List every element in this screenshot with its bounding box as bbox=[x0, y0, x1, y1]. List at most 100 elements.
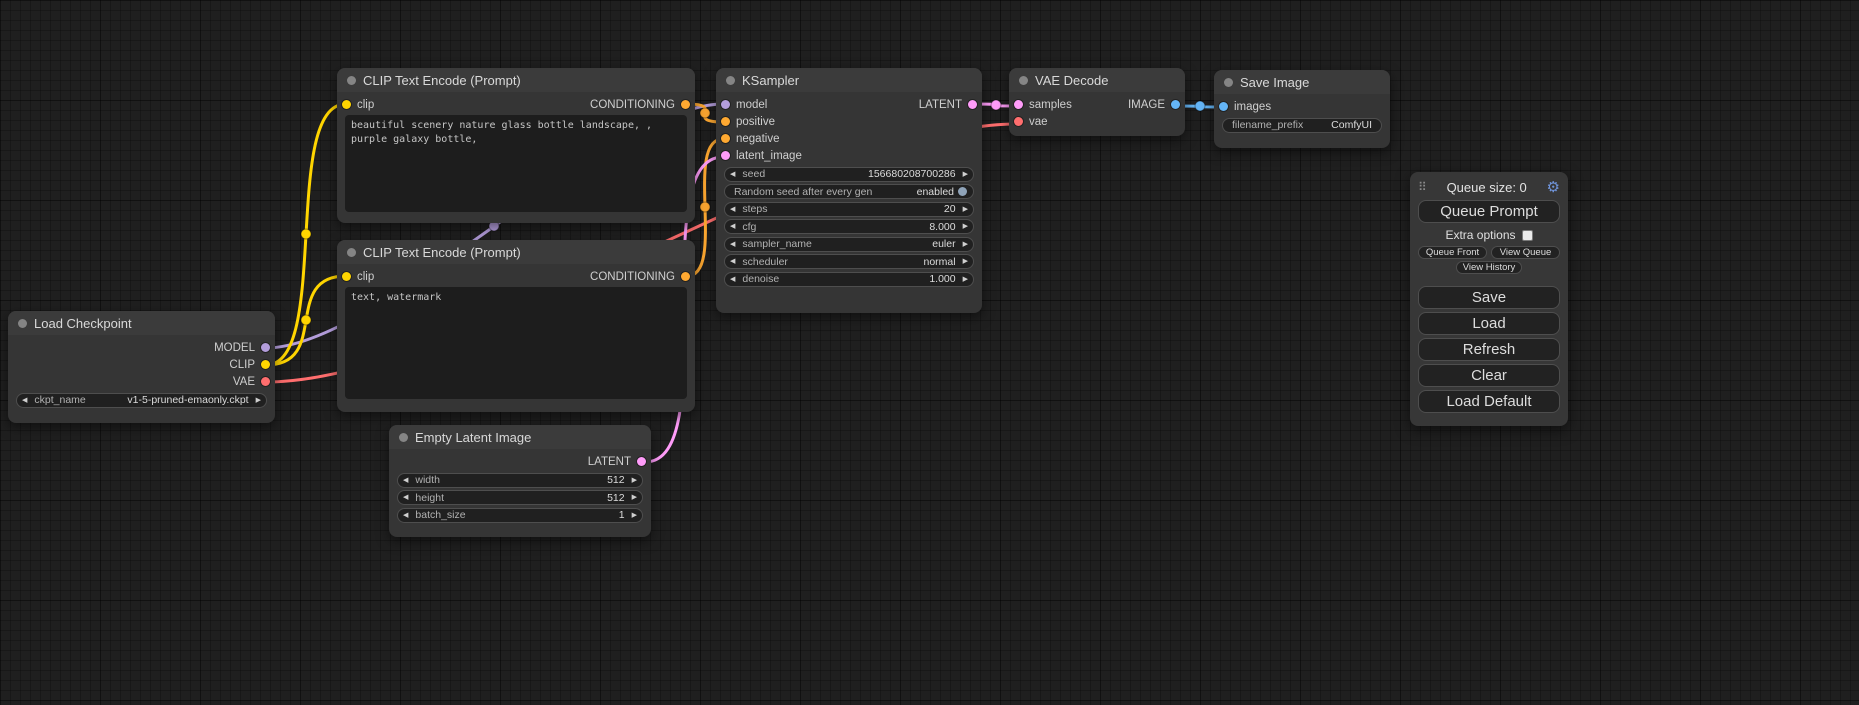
samples-input-dot[interactable] bbox=[1014, 100, 1023, 109]
widget-label: Random seed after every gen bbox=[734, 186, 872, 198]
latent-image-input-dot[interactable] bbox=[721, 151, 730, 160]
clear-button[interactable]: Clear bbox=[1418, 364, 1560, 387]
seed-widget[interactable]: ◀ seed 156680208700286 ▶ bbox=[724, 167, 974, 182]
node-clip-text-encode-negative[interactable]: CLIP Text Encode (Prompt) clip CONDITION… bbox=[337, 240, 695, 412]
latent-output-dot[interactable] bbox=[968, 100, 977, 109]
clip-output-dot[interactable] bbox=[261, 360, 270, 369]
extra-options-checkbox[interactable] bbox=[1522, 230, 1533, 241]
toggle-indicator-icon[interactable] bbox=[958, 187, 967, 196]
increment-arrow-icon[interactable]: ▶ bbox=[963, 206, 968, 213]
decrement-arrow-icon[interactable]: ◀ bbox=[730, 171, 735, 178]
conditioning-output-dot[interactable] bbox=[681, 272, 690, 281]
node-title-bar[interactable]: Save Image bbox=[1214, 70, 1390, 94]
widget-label: width bbox=[415, 474, 440, 486]
queue-front-button[interactable]: Queue Front bbox=[1418, 246, 1487, 259]
model-output-dot[interactable] bbox=[261, 343, 270, 352]
increment-arrow-icon[interactable]: ▶ bbox=[632, 494, 637, 501]
node-title-bar[interactable]: VAE Decode bbox=[1009, 68, 1185, 92]
node-save-image[interactable]: Save Image images filename_prefix ComfyU… bbox=[1214, 70, 1390, 148]
increment-arrow-icon[interactable]: ▶ bbox=[963, 171, 968, 178]
decrement-arrow-icon[interactable]: ◀ bbox=[403, 512, 408, 519]
extra-options-row: Extra options bbox=[1418, 228, 1560, 242]
widget-value: ComfyUI bbox=[1331, 119, 1372, 131]
widget-value: 1.000 bbox=[929, 273, 955, 285]
decrement-arrow-icon[interactable]: ◀ bbox=[730, 206, 735, 213]
negative-input-dot[interactable] bbox=[721, 134, 730, 143]
slot-row: clip CONDITIONING bbox=[337, 96, 695, 113]
scheduler-widget[interactable]: ◀ scheduler normal ▶ bbox=[724, 254, 974, 269]
decrement-arrow-icon[interactable]: ◀ bbox=[730, 223, 735, 230]
node-title-bar[interactable]: Load Checkpoint bbox=[8, 311, 275, 335]
clip-input-dot[interactable] bbox=[342, 272, 351, 281]
node-title-bar[interactable]: CLIP Text Encode (Prompt) bbox=[337, 68, 695, 92]
node-ksampler[interactable]: KSampler model LATENT positive negative bbox=[716, 68, 982, 313]
conditioning-output-dot[interactable] bbox=[681, 100, 690, 109]
negative-prompt-textarea[interactable]: text, watermark bbox=[345, 287, 687, 399]
slot-row: CLIP bbox=[8, 356, 275, 373]
widget-value: 1 bbox=[619, 509, 625, 521]
increment-arrow-icon[interactable]: ▶ bbox=[632, 477, 637, 484]
wire-negative-midpoint-dot bbox=[700, 202, 710, 212]
positive-prompt-textarea[interactable]: beautiful scenery nature glass bottle la… bbox=[345, 115, 687, 212]
random-seed-toggle-widget[interactable]: Random seed after every gen enabled bbox=[724, 184, 974, 199]
steps-widget[interactable]: ◀ steps 20 ▶ bbox=[724, 202, 974, 217]
collapse-dot-icon[interactable] bbox=[347, 76, 356, 85]
decrement-arrow-icon[interactable]: ◀ bbox=[730, 258, 735, 265]
collapse-dot-icon[interactable] bbox=[347, 248, 356, 257]
sampler-name-widget[interactable]: ◀ sampler_name euler ▶ bbox=[724, 237, 974, 252]
height-widget[interactable]: ◀ height 512 ▶ bbox=[397, 490, 643, 505]
widget-label: cfg bbox=[742, 221, 756, 233]
increment-arrow-icon[interactable]: ▶ bbox=[963, 241, 968, 248]
increment-arrow-icon[interactable]: ▶ bbox=[256, 397, 261, 404]
load-default-button[interactable]: Load Default bbox=[1418, 390, 1560, 413]
decrement-arrow-icon[interactable]: ◀ bbox=[22, 397, 27, 404]
slot-row: images bbox=[1214, 98, 1390, 115]
decrement-arrow-icon[interactable]: ◀ bbox=[730, 276, 735, 283]
increment-arrow-icon[interactable]: ▶ bbox=[963, 276, 968, 283]
image-output-dot[interactable] bbox=[1171, 100, 1180, 109]
node-title-bar[interactable]: CLIP Text Encode (Prompt) bbox=[337, 240, 695, 264]
increment-arrow-icon[interactable]: ▶ bbox=[632, 512, 637, 519]
model-input-dot[interactable] bbox=[721, 100, 730, 109]
node-load-checkpoint[interactable]: Load Checkpoint MODEL CLIP VAE ◀ ckpt_na… bbox=[8, 311, 275, 423]
cfg-widget[interactable]: ◀ cfg 8.000 ▶ bbox=[724, 219, 974, 234]
node-vae-decode[interactable]: VAE Decode samples IMAGE vae bbox=[1009, 68, 1185, 136]
filename-prefix-widget[interactable]: filename_prefix ComfyUI bbox=[1222, 118, 1382, 133]
ckpt-name-widget[interactable]: ◀ ckpt_name v1-5-pruned-emaonly.ckpt ▶ bbox=[16, 393, 267, 408]
node-title-bar[interactable]: KSampler bbox=[716, 68, 982, 92]
decrement-arrow-icon[interactable]: ◀ bbox=[403, 477, 408, 484]
collapse-dot-icon[interactable] bbox=[18, 319, 27, 328]
images-input-dot[interactable] bbox=[1219, 102, 1228, 111]
increment-arrow-icon[interactable]: ▶ bbox=[963, 258, 968, 265]
increment-arrow-icon[interactable]: ▶ bbox=[963, 223, 968, 230]
node-title-bar[interactable]: Empty Latent Image bbox=[389, 425, 651, 449]
load-button[interactable]: Load bbox=[1418, 312, 1560, 335]
decrement-arrow-icon[interactable]: ◀ bbox=[403, 494, 408, 501]
collapse-dot-icon[interactable] bbox=[1019, 76, 1028, 85]
save-button[interactable]: Save bbox=[1418, 286, 1560, 309]
view-queue-button[interactable]: View Queue bbox=[1491, 246, 1560, 259]
drag-handle-icon[interactable]: ⠿ bbox=[1418, 180, 1427, 194]
vae-input-dot[interactable] bbox=[1014, 117, 1023, 126]
refresh-button[interactable]: Refresh bbox=[1418, 338, 1560, 361]
image-output-label: IMAGE bbox=[1128, 99, 1165, 111]
history-row: View History bbox=[1418, 261, 1560, 274]
denoise-widget[interactable]: ◀ denoise 1.000 ▶ bbox=[724, 272, 974, 287]
queue-prompt-button[interactable]: Queue Prompt bbox=[1418, 200, 1560, 223]
latent-output-dot[interactable] bbox=[637, 457, 646, 466]
widget-label: steps bbox=[742, 203, 767, 215]
collapse-dot-icon[interactable] bbox=[399, 433, 408, 442]
settings-gear-icon[interactable]: ⚙ bbox=[1547, 180, 1560, 195]
widget-label: ckpt_name bbox=[34, 394, 85, 406]
view-history-button[interactable]: View History bbox=[1456, 261, 1523, 274]
node-empty-latent-image[interactable]: Empty Latent Image LATENT ◀ width 512 ▶ … bbox=[389, 425, 651, 537]
vae-output-dot[interactable] bbox=[261, 377, 270, 386]
batch-size-widget[interactable]: ◀ batch_size 1 ▶ bbox=[397, 508, 643, 523]
collapse-dot-icon[interactable] bbox=[1224, 78, 1233, 87]
node-clip-text-encode-positive[interactable]: CLIP Text Encode (Prompt) clip CONDITION… bbox=[337, 68, 695, 223]
clip-input-dot[interactable] bbox=[342, 100, 351, 109]
decrement-arrow-icon[interactable]: ◀ bbox=[730, 241, 735, 248]
collapse-dot-icon[interactable] bbox=[726, 76, 735, 85]
positive-input-dot[interactable] bbox=[721, 117, 730, 126]
width-widget[interactable]: ◀ width 512 ▶ bbox=[397, 473, 643, 488]
